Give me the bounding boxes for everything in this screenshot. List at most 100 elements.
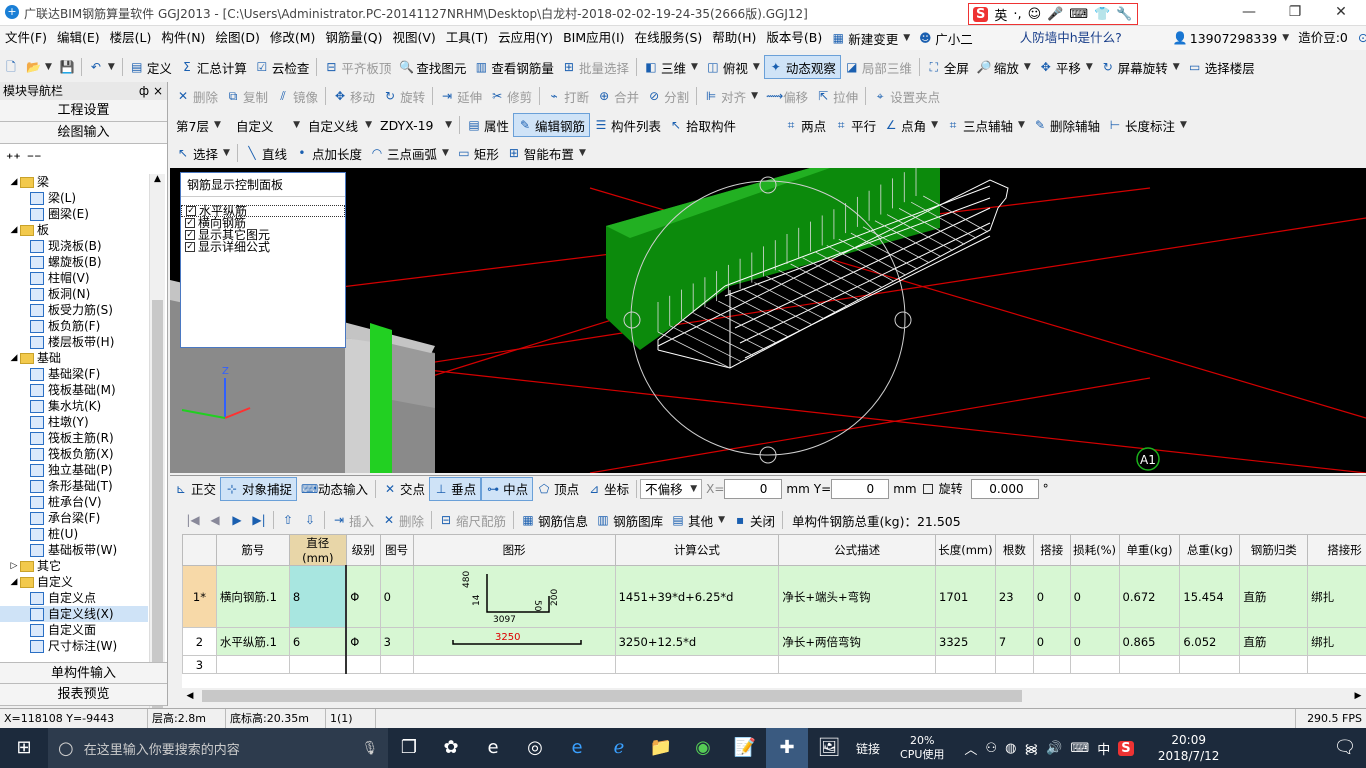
- tb4-button-1[interactable]: ╲ 直线: [241, 141, 291, 165]
- emoji-icon[interactable]: ☺: [1028, 7, 1042, 22]
- tree-scrollbar[interactable]: ▲ ▼: [149, 174, 165, 739]
- tb1-button-2[interactable]: ☑ 云检查: [251, 55, 314, 79]
- tray-chevron-icon[interactable]: ︿: [964, 739, 977, 758]
- tree-item-26[interactable]: 自定义点: [0, 590, 148, 606]
- edge-icon[interactable]: e: [472, 728, 514, 768]
- table-hscroll[interactable]: ◀ ▶: [182, 688, 1366, 704]
- tree-item-29[interactable]: 尺寸标注(W): [0, 638, 148, 654]
- people-icon[interactable]: ⚇: [985, 741, 997, 756]
- cell-laptype[interactable]: 绑扎: [1307, 627, 1366, 656]
- snap-button-4[interactable]: ⊥ 垂点: [429, 476, 482, 501]
- snap-button-2[interactable]: ⌨ 动态输入: [297, 477, 372, 501]
- cell-unit[interactable]: [1118, 655, 1181, 674]
- tb3axis-button-1[interactable]: ⌗ 平行: [830, 113, 880, 137]
- wifi-icon[interactable]: ᯼: [1024, 739, 1038, 757]
- collapse-icon[interactable]: ◢: [8, 574, 20, 590]
- menu-item-13[interactable]: 版本号(B): [761, 26, 827, 50]
- snap-button-0[interactable]: ⊾ 正交: [170, 477, 220, 501]
- tb4-button-0[interactable]: ↖ 选择 ▼: [172, 141, 234, 165]
- notes-app-icon[interactable]: 📝: [724, 728, 766, 768]
- single-component-button[interactable]: 单构件输入: [0, 662, 167, 684]
- mic-icon[interactable]: 🎤: [1047, 7, 1063, 22]
- scroll-thumb[interactable]: [152, 300, 163, 720]
- faq-link[interactable]: 人防墙中h是什么?: [1015, 26, 1127, 50]
- column-header-12[interactable]: 单重(kg): [1118, 534, 1181, 566]
- lang-indicator[interactable]: 中: [1097, 739, 1110, 758]
- cell-grade[interactable]: Φ: [345, 565, 381, 628]
- cell-dia[interactable]: 6: [288, 627, 348, 656]
- cell-class[interactable]: 直筋: [1239, 627, 1309, 656]
- cell-dia[interactable]: [288, 655, 348, 674]
- skin-icon[interactable]: 👕: [1094, 7, 1110, 22]
- column-header-4[interactable]: 图号: [379, 534, 414, 566]
- cell-formula[interactable]: 1451+39*d+6.25*d: [614, 565, 780, 628]
- cell-fig[interactable]: 3: [379, 627, 414, 656]
- tb1view-button-3[interactable]: ◪ 局部三维: [841, 55, 916, 79]
- tb3axis-button-4[interactable]: ✎ 删除辅轴: [1029, 113, 1104, 137]
- 3d-viewport[interactable]: A1 Z: [170, 168, 1366, 473]
- cell-laptype[interactable]: 绑扎: [1307, 565, 1366, 628]
- tb4-button-3[interactable]: ◠ 三点画弧 ▼: [366, 141, 453, 165]
- cell-formula[interactable]: 3250+12.5*d: [614, 627, 780, 656]
- tree-item-0[interactable]: ◢ 梁: [0, 174, 148, 190]
- ie-icon[interactable]: ℯ: [598, 728, 640, 768]
- cell-unit[interactable]: 0.672: [1118, 565, 1181, 628]
- column-header-2[interactable]: 直径(mm): [288, 534, 347, 566]
- open-file-button[interactable]: 📂 ▼: [22, 55, 56, 79]
- name-select[interactable]: ZDYX-19 ▼: [376, 113, 456, 137]
- hscroll-thumb[interactable]: [202, 690, 1022, 702]
- cell-len[interactable]: [935, 655, 996, 674]
- gridtb-button-6[interactable]: ▪ 关闭: [729, 508, 779, 532]
- glodon-app-icon[interactable]: ✚: [766, 728, 808, 768]
- sogou-tray-icon[interactable]: S: [1118, 740, 1134, 756]
- undo-button[interactable]: ↶ ▼: [85, 55, 119, 79]
- tree-item-19[interactable]: 条形基础(T): [0, 478, 148, 494]
- fan-app-icon[interactable]: ✿: [430, 728, 472, 768]
- tb1view-button-0[interactable]: ◧ 三维 ▼: [640, 55, 702, 79]
- tree-item-14[interactable]: 集水坑(K): [0, 398, 148, 414]
- snap-button-1[interactable]: ⊹ 对象捕捉: [220, 476, 298, 501]
- tb1view-button-5[interactable]: 🔎 缩放 ▼: [973, 55, 1035, 79]
- menu-item-8[interactable]: 工具(T): [441, 26, 493, 50]
- cell-count[interactable]: 23: [994, 565, 1034, 628]
- menu-item-2[interactable]: 楼层(L): [105, 26, 157, 50]
- swirl-app-icon[interactable]: ◎: [514, 728, 556, 768]
- category-select[interactable]: 自定义 ▼: [232, 113, 304, 137]
- punct-icon[interactable]: ·,: [1013, 7, 1021, 22]
- tb3-button-2[interactable]: ☰ 构件列表: [590, 113, 665, 137]
- column-header-6[interactable]: 计算公式: [614, 534, 780, 566]
- tree-item-22[interactable]: 桩(U): [0, 526, 148, 542]
- tb4-button-4[interactable]: ▭ 矩形: [453, 141, 503, 165]
- cell-class[interactable]: 直筋: [1239, 565, 1309, 628]
- tree-item-13[interactable]: 筏板基础(M): [0, 382, 148, 398]
- cell-loss[interactable]: 0: [1069, 565, 1120, 628]
- table-row[interactable]: 3: [182, 655, 1366, 674]
- table-row[interactable]: 2 水平纵筋.1 6 Φ 3 3250 3250+12.5*d 净长+两倍弯钩 3325 7 0 0 0…: [182, 627, 1366, 656]
- tree-item-5[interactable]: 螺旋板(B): [0, 254, 148, 270]
- notifications-icon[interactable]: 🗨: [1324, 728, 1366, 768]
- scroll-left-icon[interactable]: ◀: [182, 688, 198, 704]
- panel-check-3[interactable]: ✓ 显示详细公式: [181, 241, 345, 253]
- tools-icon[interactable]: 🔧: [1116, 7, 1132, 22]
- project-settings-button[interactable]: 工程设置: [0, 100, 167, 122]
- menu-item-4[interactable]: 绘图(D): [210, 26, 264, 50]
- tb2-button-5[interactable]: ⇥ 延伸: [436, 84, 486, 108]
- tb2-button-9[interactable]: ⊘ 分割: [643, 84, 693, 108]
- tb3-button-1[interactable]: ✎ 编辑钢筋: [513, 113, 591, 137]
- floor-select[interactable]: 第7层 ▼: [172, 113, 232, 137]
- column-header-14[interactable]: 钢筋归类: [1239, 534, 1309, 566]
- cell-desc[interactable]: 净长+端头+弯钩: [778, 565, 936, 628]
- user-account[interactable]: 👤 13907298339 ▼: [1169, 26, 1293, 50]
- column-header-11[interactable]: 损耗(%): [1069, 534, 1120, 566]
- tb1-button-0[interactable]: ▤ 定义: [126, 55, 176, 79]
- gridtb-button-5[interactable]: ▤ 其他 ▼: [667, 508, 729, 532]
- column-header-10[interactable]: 搭接: [1032, 534, 1071, 566]
- report-preview-button[interactable]: 报表预览: [0, 684, 167, 706]
- tb1view-button-4[interactable]: ⛶ 全屏: [923, 55, 973, 79]
- cell-unit[interactable]: 0.865: [1118, 627, 1181, 656]
- column-header-7[interactable]: 公式描述: [778, 534, 936, 566]
- cell-count[interactable]: [994, 655, 1034, 674]
- cell-class[interactable]: [1239, 655, 1309, 674]
- help-icon[interactable]: ⊙: [1353, 26, 1366, 50]
- tb1view-button-2[interactable]: ✦ 动态观察: [763, 55, 841, 79]
